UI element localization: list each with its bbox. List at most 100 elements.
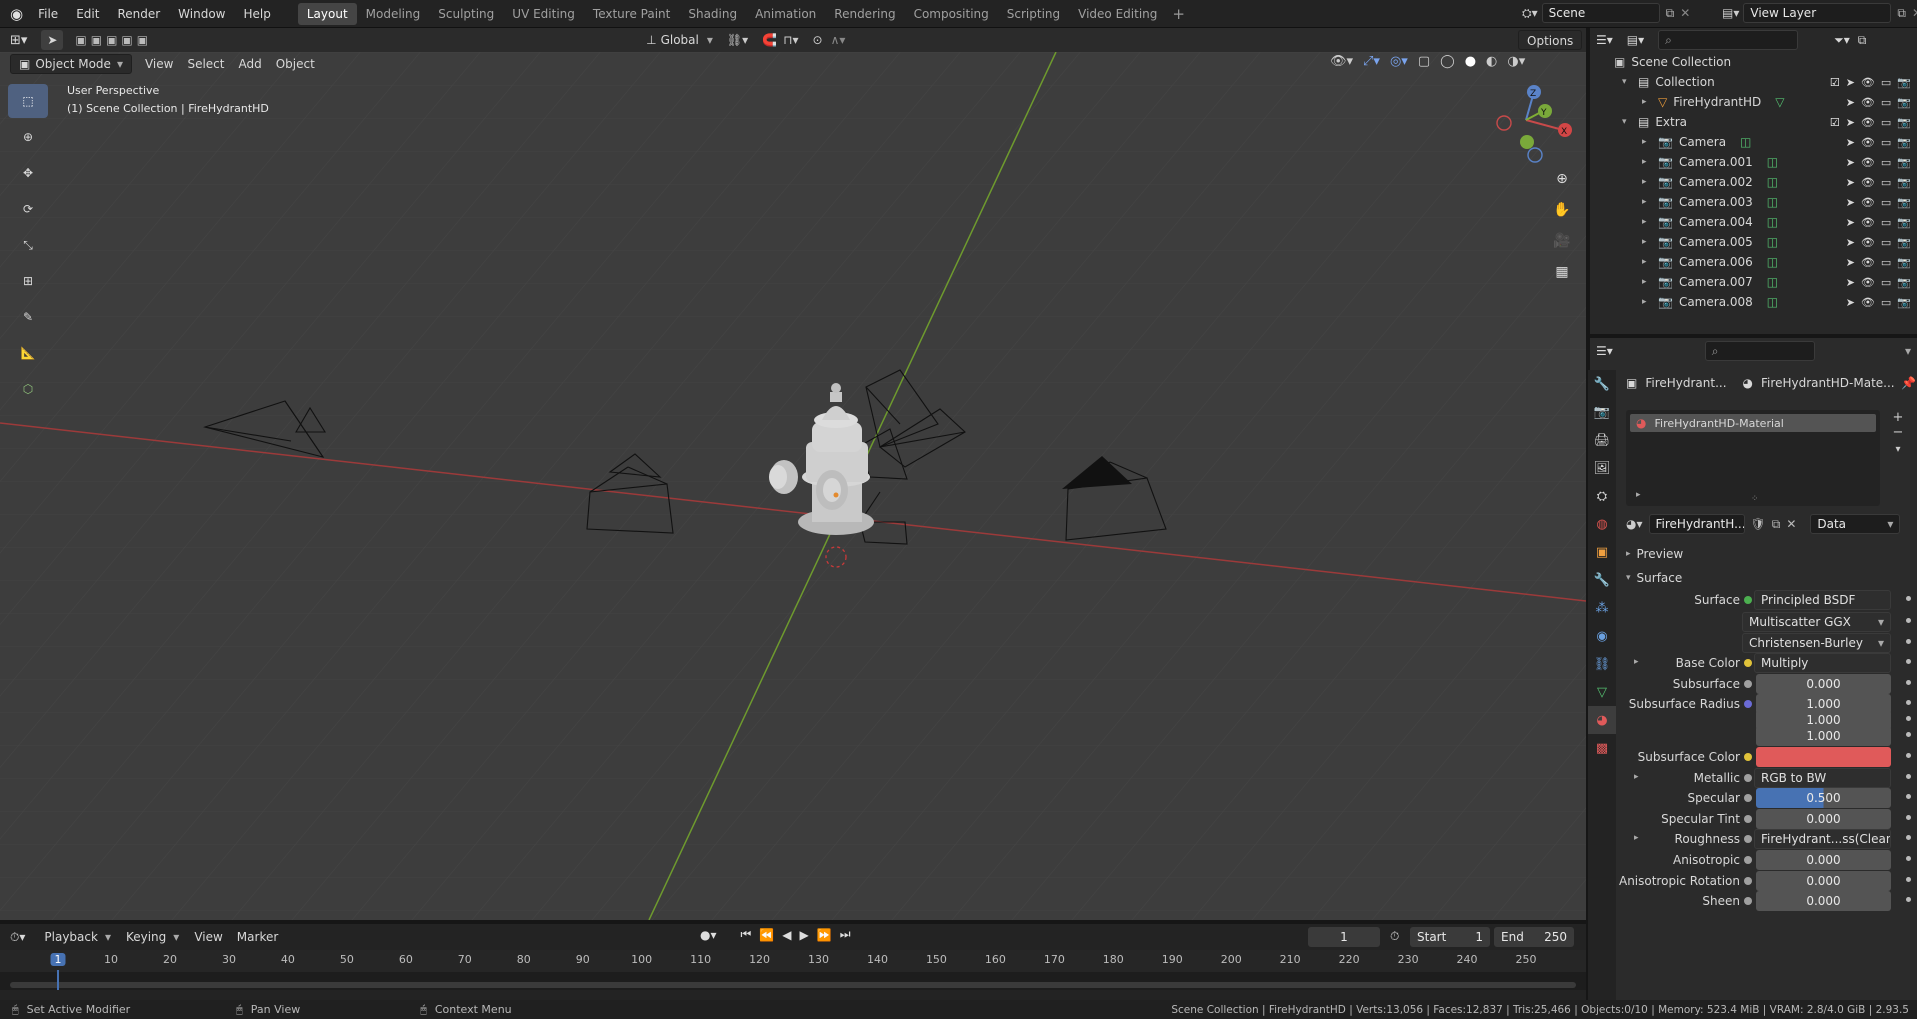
link-dropdown[interactable]: Data ▾ [1810,514,1901,534]
perspective-toggle-icon[interactable]: ▦ [1549,259,1575,285]
render-toggle-icon[interactable]: 📷 [1897,176,1911,189]
menu-item-render[interactable]: Render [108,0,169,28]
outliner-row[interactable]: ▸ 📷 Camera ◫ ➤ 👁 ▭ 📷 [1590,132,1917,152]
timeline-menu-view[interactable]: View [187,924,229,950]
tab-compositing[interactable]: Compositing [905,3,998,25]
select-toggle-icon[interactable]: ➤ [1846,276,1855,289]
viewport-toggle-icon[interactable]: ▭ [1881,156,1891,169]
preview-panel-header[interactable]: ▸ Preview [1624,542,1914,566]
keyframe-dot-icon[interactable] [1906,897,1911,902]
camera-view-icon[interactable]: 🎥 [1549,228,1575,254]
expand-arrow-icon[interactable]: ▸ [1642,97,1652,107]
material-name-field[interactable]: FireHydrantH... [1648,514,1745,534]
outliner-row[interactable]: ▸ 📷 Camera.005 ◫ ➤ 👁 ▭ 📷 [1590,232,1917,252]
keyframe-dot-icon[interactable] [1906,639,1911,644]
select-toggle-icon[interactable]: ➤ [1846,176,1855,189]
delete-view-layer-icon[interactable]: ✕ [1912,6,1917,20]
constraints-tab-icon[interactable]: ⛓ [1588,650,1616,678]
tab-video-editing[interactable]: Video Editing [1069,3,1166,25]
visibility-eye-icon[interactable]: 👁 [1861,216,1875,229]
expand-arrow-icon[interactable]: ▸ [1642,157,1652,167]
camera-data-icon[interactable]: ◫ [1767,255,1778,269]
visibility-eye-icon[interactable]: 👁 [1861,196,1875,209]
move-tool-icon[interactable]: ✥ [8,156,48,190]
resize-handle-icon[interactable]: ⁘ [1751,494,1759,504]
property-link-field[interactable]: Principled BSDF [1754,590,1891,610]
physics-tab-icon[interactable]: ◉ [1588,622,1616,650]
keyframe-dot-icon[interactable] [1906,774,1911,779]
tab-layout[interactable]: Layout [297,2,357,25]
socket-dot-icon[interactable] [1744,596,1752,604]
blender-logo-icon[interactable]: ◉ [10,5,23,23]
active-tool-icon[interactable]: ➤ [41,30,64,50]
add-workspace-icon[interactable]: + [1172,5,1185,23]
pivot-icon[interactable]: ⛓▾ [727,33,748,47]
camera-data-icon[interactable]: ◫ [1767,215,1778,229]
viewport-menu-add[interactable]: Add [231,52,268,76]
select-toggle-icon[interactable]: ➤ [1846,136,1855,149]
property-value-field[interactable]: 0.000 [1756,674,1891,694]
visibility-eye-icon[interactable]: 👁 [1861,296,1875,309]
object-tab-icon[interactable]: ▣ [1588,538,1616,566]
shading-rendered-icon[interactable]: ◑▾ [1507,54,1525,69]
outliner-row[interactable]: ▸ 📷 Camera.006 ◫ ➤ 👁 ▭ 📷 [1590,252,1917,272]
snap-icon[interactable]: 🧲 [762,33,777,47]
socket-dot-icon[interactable] [1744,794,1752,802]
remove-slot-icon[interactable]: − [1887,425,1909,440]
render-toggle-icon[interactable]: 📷 [1897,96,1911,109]
material-tab-icon[interactable]: ◕ [1588,706,1616,734]
select-toggle-icon[interactable]: ➤ [1846,196,1855,209]
menu-item-window[interactable]: Window [169,0,234,28]
mesh-data-icon[interactable]: ▽ [1775,95,1784,109]
playhead-line[interactable] [57,970,59,990]
output-tab-icon[interactable]: 🖨 [1588,426,1616,454]
view-layer-field[interactable]: View Layer [1743,3,1892,23]
menu-item-file[interactable]: File [29,0,67,28]
select-toggle-icon[interactable]: ➤ [1846,116,1855,129]
expand-arrow-icon[interactable]: ▸ [1636,490,1641,500]
render-toggle-icon[interactable]: 📷 [1897,156,1911,169]
scene-icon[interactable]: ⛭▾ [1522,6,1538,21]
xray-toggle-icon[interactable]: ▢ [1418,54,1430,69]
scene-name-field[interactable]: Scene [1541,3,1660,23]
expand-arrow-icon[interactable]: ▾ [1622,77,1632,87]
render-toggle-icon[interactable]: 📷 [1897,296,1911,309]
visibility-eye-icon[interactable]: 👁 [1861,96,1875,109]
outliner-row[interactable]: ▸ 📷 Camera.008 ◫ ➤ 👁 ▭ 📷 [1590,292,1917,312]
outliner-row[interactable]: ▸ 📷 Camera.003 ◫ ➤ 👁 ▭ 📷 [1590,192,1917,212]
expand-arrow-icon[interactable]: ▸ [1634,772,1639,782]
subsurface-color-swatch[interactable] [1756,747,1891,767]
camera-data-icon[interactable]: ◫ [1767,155,1778,169]
prev-keyframe-icon[interactable]: ⏪ [759,928,774,942]
render-toggle-icon[interactable]: 📷 [1897,236,1911,249]
expand-arrow-icon[interactable]: ▸ [1634,657,1639,667]
viewport-menu-view[interactable]: View [138,52,180,76]
shading-solid-icon[interactable]: ● [1465,54,1476,69]
viewport-toggle-icon[interactable]: ▭ [1881,216,1891,229]
socket-dot-icon[interactable] [1744,659,1752,667]
viewport-toggle-icon[interactable]: ▭ [1881,296,1891,309]
socket-dot-icon[interactable] [1744,877,1752,885]
camera-data-icon[interactable]: ◫ [1767,195,1778,209]
3d-viewport[interactable]: Z X Y User Perspective (1) Scene Collect… [0,52,1586,920]
outliner-row[interactable]: ▸ 📷 Camera.004 ◫ ➤ 👁 ▭ 📷 [1590,212,1917,232]
cursor-tool-icon[interactable]: ⊕ [8,120,48,154]
viewport-toggle-icon[interactable]: ▭ [1881,136,1891,149]
keyframe-dot-icon[interactable] [1906,794,1911,799]
new-view-layer-icon[interactable]: ⧉ [1897,6,1906,21]
outliner-row[interactable]: ▸ ▽ FireHydrantHD ▽ ➤ 👁 ▭ 📷 [1590,92,1917,112]
render-tab-icon[interactable]: 📷 [1588,398,1616,426]
keyframe-dot-icon[interactable] [1906,856,1911,861]
particles-tab-icon[interactable]: ⁂ [1588,594,1616,622]
selection-mode-icons[interactable]: ▣▣▣▣▣ [75,33,152,47]
camera-data-icon[interactable]: ◫ [1767,235,1778,249]
surface-panel-header[interactable]: ▾ Surface [1624,566,1914,590]
visibility-eye-icon[interactable]: 👁 [1861,156,1875,169]
timeline-track[interactable]: 1 10 20 30 40 50 60 70 80 90 100 110 120 130 140 150 160… [0,950,1586,990]
socket-dot-icon[interactable] [1744,700,1752,708]
socket-dot-icon[interactable] [1744,753,1752,761]
expand-arrow-icon[interactable]: ▾ [1622,117,1632,127]
keyframe-dot-icon[interactable] [1906,716,1911,721]
jump-start-icon[interactable]: ⏮ [741,927,752,942]
pan-hand-icon[interactable]: ✋ [1549,197,1575,223]
